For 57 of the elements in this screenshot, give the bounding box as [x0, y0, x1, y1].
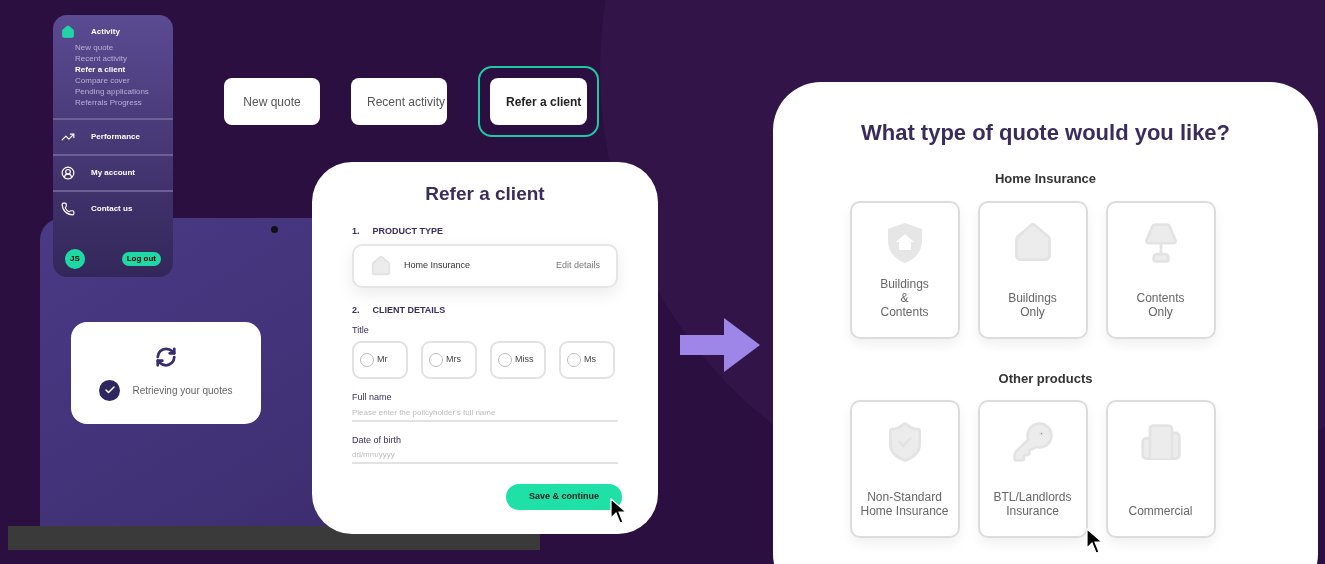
quote-title: What type of quote would you like?	[860, 119, 1231, 147]
group-heading: Home Insurance	[994, 170, 1097, 188]
section-heading: CLIENT DETAILS	[372, 304, 446, 317]
nav-subitem[interactable]: Compare cover	[75, 76, 165, 86]
cursor-icon	[610, 498, 628, 524]
product-name: Home Insurance	[404, 259, 471, 273]
cursor-icon	[1086, 528, 1104, 554]
save-continue-button[interactable]: Save & continue	[506, 484, 622, 510]
option-label: Contents Only	[1136, 290, 1185, 319]
quote-option-card[interactable]: Commercial	[1105, 400, 1216, 538]
nav-subitem[interactable]: Referrals Progress	[75, 98, 165, 108]
arrow-icon	[680, 318, 760, 372]
nav-subitem[interactable]: Recent activity	[75, 54, 165, 64]
nav-item[interactable]: Activity	[91, 26, 120, 38]
option-label: BTL/Landlords Insurance	[993, 490, 1072, 518]
user-icon	[61, 166, 75, 180]
nav-item[interactable]: My account	[91, 167, 135, 179]
quote-option-card[interactable]: Contents Only	[1105, 200, 1216, 339]
quote-option-card[interactable]: Buildings Only	[977, 200, 1088, 339]
option-label: Commercial	[1128, 504, 1193, 518]
nav-tab[interactable]: Refer a client	[490, 78, 587, 125]
key-icon	[1010, 420, 1055, 464]
nav-item[interactable]: Contact us	[91, 203, 133, 215]
phone-icon	[61, 202, 75, 216]
option-label: Buildings & Contents	[880, 276, 929, 319]
refresh-icon	[155, 345, 177, 368]
field-label: Date of birth	[352, 433, 403, 447]
title-radio-option[interactable]: Miss	[490, 341, 546, 379]
nav-subitem[interactable]: Refer a client	[75, 65, 165, 75]
edit-details-link[interactable]: Edit details	[555, 259, 600, 273]
home-icon	[61, 25, 75, 39]
nav-item[interactable]: Performance	[91, 131, 140, 143]
user-avatar[interactable]: JS	[65, 249, 85, 269]
nav-tab[interactable]: New quote	[224, 78, 320, 125]
field-label: Full name	[352, 391, 393, 404]
nav-subitem[interactable]: New quote	[75, 43, 165, 53]
house-icon	[370, 255, 392, 277]
status-message: Retrieving your quotes	[132, 383, 233, 398]
option-label: Buildings Only	[1008, 290, 1057, 319]
group-heading: Other products	[998, 369, 1093, 388]
quote-option-card[interactable]: Non-Standard Home Insurance	[849, 400, 960, 538]
title-radio-option[interactable]: Mrs	[421, 341, 477, 379]
form-title: Refer a client	[424, 182, 546, 206]
nav-subitem[interactable]: Pending applications	[75, 87, 165, 97]
title-radio-option[interactable]: Ms	[559, 341, 615, 379]
section-number: 1.	[352, 224, 360, 238]
logout-button[interactable]: Log out	[121, 252, 161, 266]
nav-tab[interactable]: Recent activity	[351, 78, 447, 125]
text-field[interactable]: dd/mm/yyyy	[352, 449, 618, 464]
quote-option-card[interactable]: BTL/Landlords Insurance	[977, 400, 1088, 538]
section-number: 2.	[352, 304, 360, 317]
title-radio-option[interactable]: Mr	[352, 341, 408, 379]
option-label: Non-Standard Home Insurance	[860, 490, 949, 518]
camera-icon	[271, 226, 278, 233]
field-label: Title	[352, 323, 370, 337]
quote-option-card[interactable]: Buildings & Contents	[849, 200, 960, 339]
section-heading: PRODUCT TYPE	[372, 224, 444, 238]
